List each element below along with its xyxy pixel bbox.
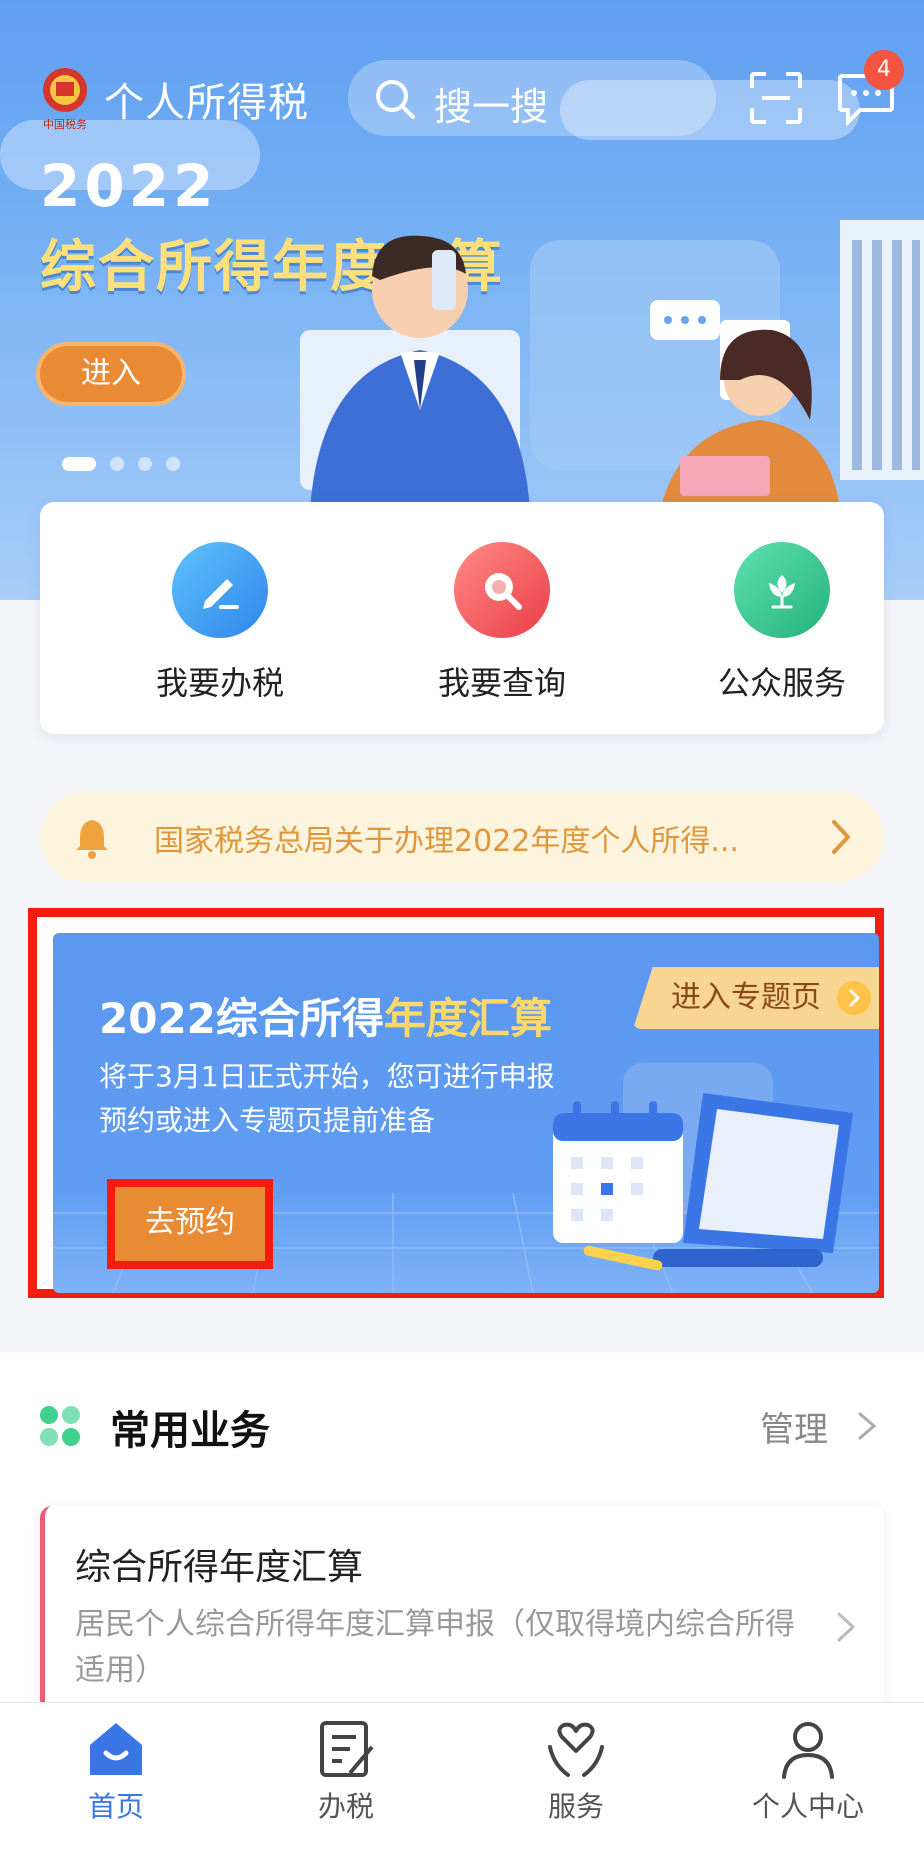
quick-action-circle [734, 542, 830, 638]
quick-action-label: 公众服务 [717, 664, 846, 702]
home-icon [90, 1723, 142, 1775]
tab-tax[interactable]: 办税 [276, 1717, 416, 1825]
quick-action-circle [172, 542, 268, 638]
notice-text: 国家税务总局关于办理2022年度个人所得... [154, 824, 739, 859]
banner-year: 2022 [40, 152, 218, 220]
notice-bar[interactable]: 国家税务总局关于办理2022年度个人所得... [40, 792, 884, 882]
app-title: 个人所得税 [104, 80, 309, 126]
banner-enter-button[interactable]: 进入 [36, 342, 186, 406]
carousel-dots [62, 456, 194, 475]
quick-action-label: 我要查询 [437, 664, 566, 702]
person-icon [782, 1722, 834, 1779]
business-item-description: 居民个人综合所得年度汇算申报（仅取得境内综合所得适用） [75, 1607, 795, 1688]
carousel-dot[interactable] [62, 457, 96, 471]
business-item-title: 综合所得年度汇算 [75, 1547, 364, 1588]
quick-action-public-service[interactable]: 公众服务 [682, 542, 882, 704]
heart-hands-icon [548, 1722, 604, 1777]
promo-title-part1: 2022综合所得 [99, 994, 384, 1043]
section-title: 常用业务 [110, 1408, 270, 1454]
quick-action-label: 我要办税 [155, 664, 284, 702]
tab-home[interactable]: 首页 [46, 1717, 186, 1825]
tab-label: 个人中心 [751, 1790, 864, 1823]
chevron-right-icon [832, 820, 850, 854]
bottom-tab-bar: 首页 办税 服务 个人中心 [0, 1702, 924, 1866]
bell-icon [76, 820, 108, 859]
quick-action-tax[interactable]: 我要办税 [120, 542, 320, 704]
manage-link[interactable]: 管理 [760, 1402, 828, 1451]
document-edit-icon [320, 1721, 374, 1777]
tax-emblem-icon: 中国税务 [43, 68, 87, 131]
chevron-right-icon [837, 981, 871, 1015]
tab-profile[interactable]: 个人中心 [738, 1717, 878, 1825]
calendar-tablet-illustration [553, 1063, 853, 1271]
carousel-dot[interactable] [138, 457, 152, 471]
search-icon [485, 573, 522, 610]
grid-four-icon [40, 1406, 80, 1446]
promo-description: 将于3月1日正式开始，您可进行申报预约或进入专题页提前准备 [99, 1060, 555, 1137]
scan-icon[interactable] [748, 70, 804, 126]
promo-title-highlight: 年度汇算 [383, 994, 552, 1043]
book-appointment-button[interactable]: 去预约 [115, 1187, 265, 1261]
search-bar[interactable]: 搜一搜 [348, 60, 716, 136]
carousel-dot[interactable] [166, 457, 180, 471]
tab-service[interactable]: 服务 [506, 1717, 646, 1825]
book-button-highlight-frame: 去预约 [107, 1179, 273, 1269]
promo-banner[interactable]: 2022综合所得年度汇算 将于3月1日正式开始，您可进行申报预约或进入专题页提前… [53, 933, 879, 1293]
banner-illustration [300, 220, 924, 510]
business-item-card[interactable]: 综合所得年度汇算 居民个人综合所得年度汇算申报（仅取得境内综合所得适用） [40, 1506, 884, 1712]
chevron-right-icon[interactable] [856, 1410, 878, 1442]
quick-actions-card: 我要办税 我要查询 公众服务 [40, 502, 884, 734]
tab-label: 服务 [547, 1790, 604, 1823]
promo-highlight-frame: 2022综合所得年度汇算 将于3月1日正式开始，您可进行申报预约或进入专题页提前… [28, 908, 884, 1298]
search-placeholder: 搜一搜 [434, 85, 549, 129]
enter-topic-button[interactable]: 进入专题页 [633, 967, 879, 1029]
promo-title: 2022综合所得年度汇算 [99, 985, 552, 1046]
edit-icon [203, 579, 239, 609]
quick-action-query[interactable]: 我要查询 [402, 542, 602, 704]
tab-label: 办税 [317, 1790, 374, 1823]
common-business-section: 常用业务 管理 综合所得年度汇算 居民个人综合所得年度汇算申报（仅取得境内综合所… [0, 1352, 924, 1712]
message-count-badge: 4 [864, 50, 904, 90]
flower-icon [769, 575, 795, 609]
search-icon [376, 80, 415, 119]
enter-topic-label: 进入专题页 [671, 980, 821, 1015]
quick-action-circle [454, 542, 550, 638]
tab-label: 首页 [87, 1790, 144, 1823]
chevron-right-icon [837, 1612, 856, 1642]
svg-text:中国税务: 中国税务 [43, 117, 87, 131]
carousel-dot[interactable] [110, 457, 124, 471]
